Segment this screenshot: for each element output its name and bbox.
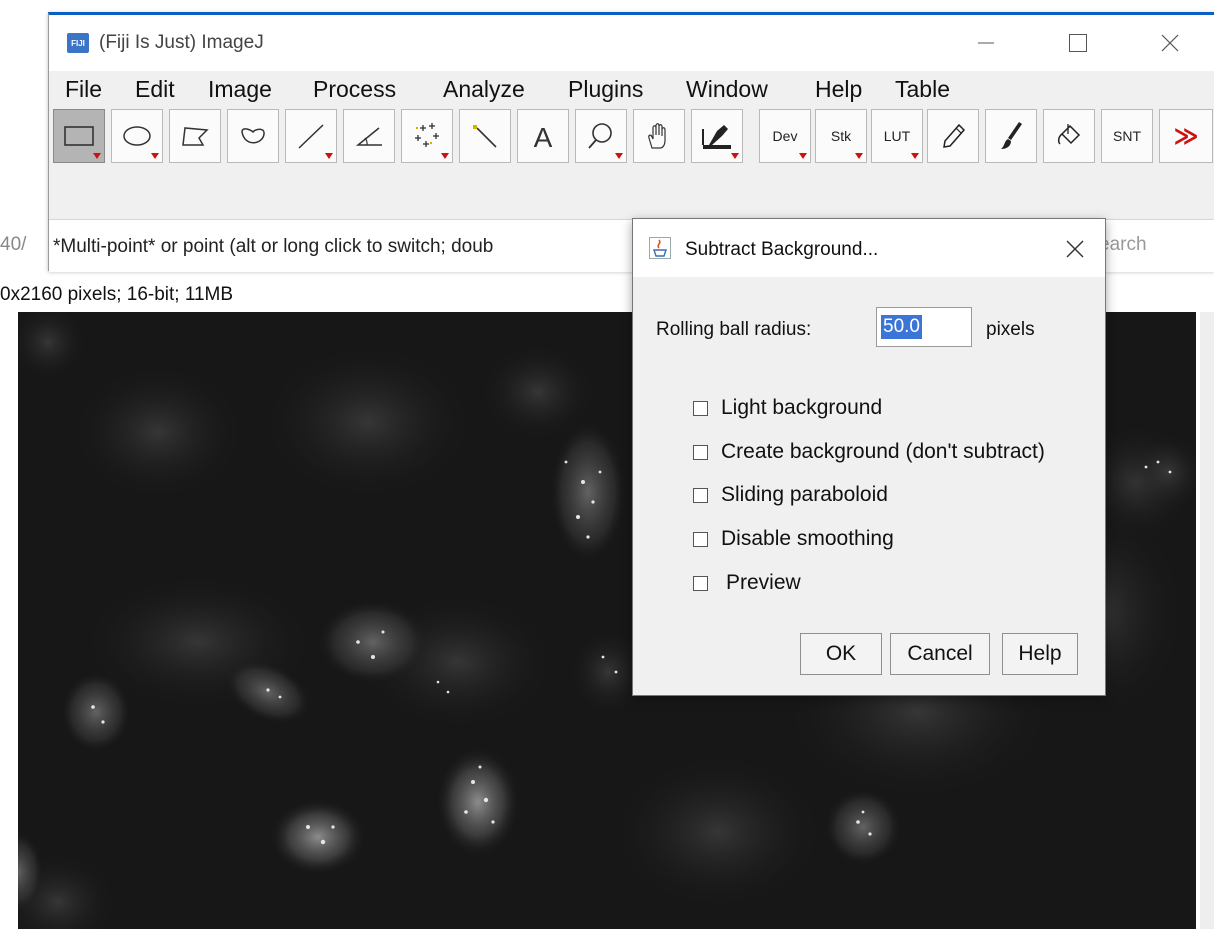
close-button[interactable]: [1147, 25, 1193, 61]
hand-icon: [648, 123, 666, 149]
close-icon: [1161, 34, 1179, 52]
image-window-edge: [1200, 312, 1214, 929]
light-background-checkbox[interactable]: [693, 400, 708, 416]
menu-file[interactable]: File: [65, 76, 102, 103]
image-info: 0x2160 pixels; 16-bit; 11MB: [0, 284, 234, 305]
hand-tool[interactable]: [633, 109, 685, 163]
search-field[interactable]: earch: [1099, 234, 1147, 256]
dev-tool[interactable]: Dev: [759, 109, 811, 163]
pencil-icon: [943, 123, 966, 148]
freehand-tool[interactable]: [227, 109, 279, 163]
line-icon: [298, 124, 324, 149]
magnifier-icon: [588, 123, 612, 149]
light-background-option[interactable]: Light background: [693, 395, 882, 421]
create-background-option[interactable]: Create background (don't subtract): [693, 439, 1045, 465]
magnifier-tool[interactable]: [575, 109, 627, 163]
preview-checkbox[interactable]: [693, 575, 708, 591]
menu-table[interactable]: Table: [895, 76, 950, 103]
menu-process[interactable]: Process: [313, 76, 396, 103]
radius-unit-label: pixels: [986, 319, 1035, 340]
oval-icon: [123, 126, 151, 146]
dropper-icon: [702, 125, 731, 149]
angle-icon: [355, 127, 382, 146]
subtract-background-dialog: Subtract Background... Rolling ball radi…: [632, 218, 1106, 696]
preview-option[interactable]: Preview: [693, 570, 801, 596]
status-text: *Multi-point* or point (alt or long clic…: [53, 236, 494, 257]
title-bar[interactable]: FIJI (Fiji Is Just) ImageJ: [49, 15, 1214, 71]
java-icon: [649, 237, 671, 259]
dropper-tool[interactable]: [691, 109, 743, 163]
rolling-ball-radius-input[interactable]: 50.0: [876, 307, 972, 347]
toolbar-spacer: [49, 177, 1214, 219]
snt-tool[interactable]: SNT: [1101, 109, 1153, 163]
radius-value: 50.0: [881, 315, 922, 339]
menu-analyze[interactable]: Analyze: [443, 76, 525, 103]
minimize-button[interactable]: [963, 25, 1009, 61]
sliding-paraboloid-option[interactable]: Sliding paraboloid: [693, 482, 888, 508]
text-icon: A: [534, 122, 553, 150]
bucket-icon: [1057, 124, 1081, 145]
flood-fill-tool[interactable]: [1043, 109, 1095, 163]
svg-text:A: A: [534, 122, 553, 150]
ok-button[interactable]: OK: [800, 633, 882, 675]
disable-smoothing-option[interactable]: Disable smoothing: [693, 526, 894, 552]
brush-icon: [1001, 122, 1022, 149]
fiji-logo-icon: FIJI: [67, 33, 89, 53]
angle-tool[interactable]: [343, 109, 395, 163]
rectangle-icon: [64, 126, 94, 146]
wand-tool[interactable]: [459, 109, 511, 163]
cancel-button[interactable]: Cancel: [890, 633, 990, 675]
dialog-close-button[interactable]: [1057, 231, 1093, 267]
freehand-icon: [241, 128, 265, 144]
polygon-icon: [182, 127, 209, 146]
more-tools[interactable]: ≫: [1159, 109, 1213, 163]
window-title: (Fiji Is Just) ImageJ: [99, 32, 264, 53]
menu-bar: File Edit Image Process Analyze Plugins …: [49, 71, 1214, 105]
multipoint-tool[interactable]: [401, 109, 453, 163]
line-tool[interactable]: [285, 109, 337, 163]
toolbar: A Dev Stk LUT SNT ≫: [49, 105, 1214, 177]
minimize-icon: [978, 42, 994, 44]
menu-image[interactable]: Image: [208, 76, 272, 103]
multipoint-icon: [415, 123, 439, 147]
maximize-button[interactable]: [1055, 25, 1101, 61]
oval-tool[interactable]: [111, 109, 163, 163]
help-button[interactable]: Help: [1002, 633, 1078, 675]
lut-tool[interactable]: LUT: [871, 109, 923, 163]
close-icon: [1066, 240, 1084, 258]
stk-tool[interactable]: Stk: [815, 109, 867, 163]
menu-plugins[interactable]: Plugins: [568, 76, 643, 103]
maximize-icon: [1069, 34, 1087, 52]
pencil-tool[interactable]: [927, 109, 979, 163]
disable-smoothing-checkbox[interactable]: [693, 531, 708, 547]
dialog-title-bar[interactable]: Subtract Background...: [633, 219, 1105, 277]
brush-tool[interactable]: [985, 109, 1037, 163]
wand-icon: [473, 125, 497, 148]
rolling-ball-radius-label: Rolling ball radius:: [656, 319, 812, 340]
menu-window[interactable]: Window: [686, 76, 768, 103]
dialog-title: Subtract Background...: [685, 239, 879, 260]
sliding-paraboloid-checkbox[interactable]: [693, 487, 708, 503]
menu-edit[interactable]: Edit: [135, 76, 175, 103]
menu-help[interactable]: Help: [815, 76, 862, 103]
text-tool[interactable]: A: [517, 109, 569, 163]
polygon-tool[interactable]: [169, 109, 221, 163]
rectangle-tool[interactable]: [53, 109, 105, 163]
create-background-checkbox[interactable]: [693, 444, 708, 460]
image-title-fragment: 40/: [0, 234, 27, 255]
